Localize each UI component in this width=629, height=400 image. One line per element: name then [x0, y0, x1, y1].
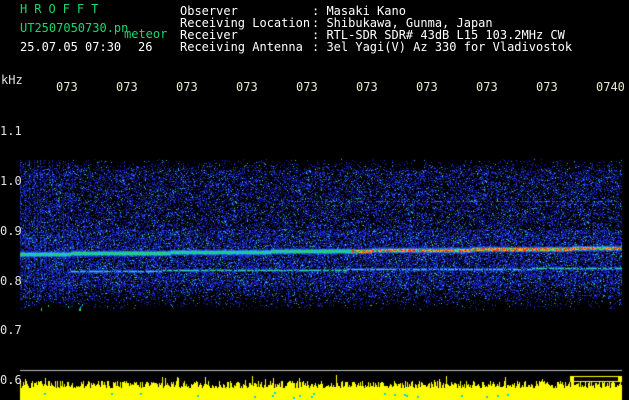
x-tick-label: 073: [356, 80, 378, 94]
info-label-antenna: Receiving Antenna: [180, 40, 303, 54]
count: 26: [138, 40, 153, 54]
app-title: HROFFT: [20, 2, 106, 16]
x-tick-label: 073: [296, 80, 318, 94]
x-tick-label: 073: [476, 80, 498, 94]
y-tick-label: 0.6: [0, 373, 22, 387]
x-tick-label: 0740: [596, 80, 625, 94]
filename: UT2507050730.pn: [20, 21, 129, 35]
y-tick-label: 0.9: [0, 224, 22, 238]
y-tick-label: 1.1: [0, 124, 22, 138]
y-tick-label: 0.7: [0, 323, 22, 337]
waterfall-spectrogram: [0, 0, 629, 400]
mode-label: meteor: [124, 27, 168, 41]
x-tick-label: 073: [416, 80, 438, 94]
x-tick-label: 073: [536, 80, 558, 94]
info-value-antenna: : 3el Yagi(V) Az 330 for Vladivostok: [312, 40, 573, 54]
y-tick-label: 1.0: [0, 174, 22, 188]
axis-unit-label: kHz: [1, 73, 23, 87]
x-tick-label: 073: [116, 80, 138, 94]
x-tick-label: 073: [56, 80, 78, 94]
x-tick-label: 073: [176, 80, 198, 94]
y-tick-label: 0.8: [0, 274, 22, 288]
datetime: 25.07.05 07:30: [20, 40, 122, 54]
x-tick-label: 073: [236, 80, 258, 94]
